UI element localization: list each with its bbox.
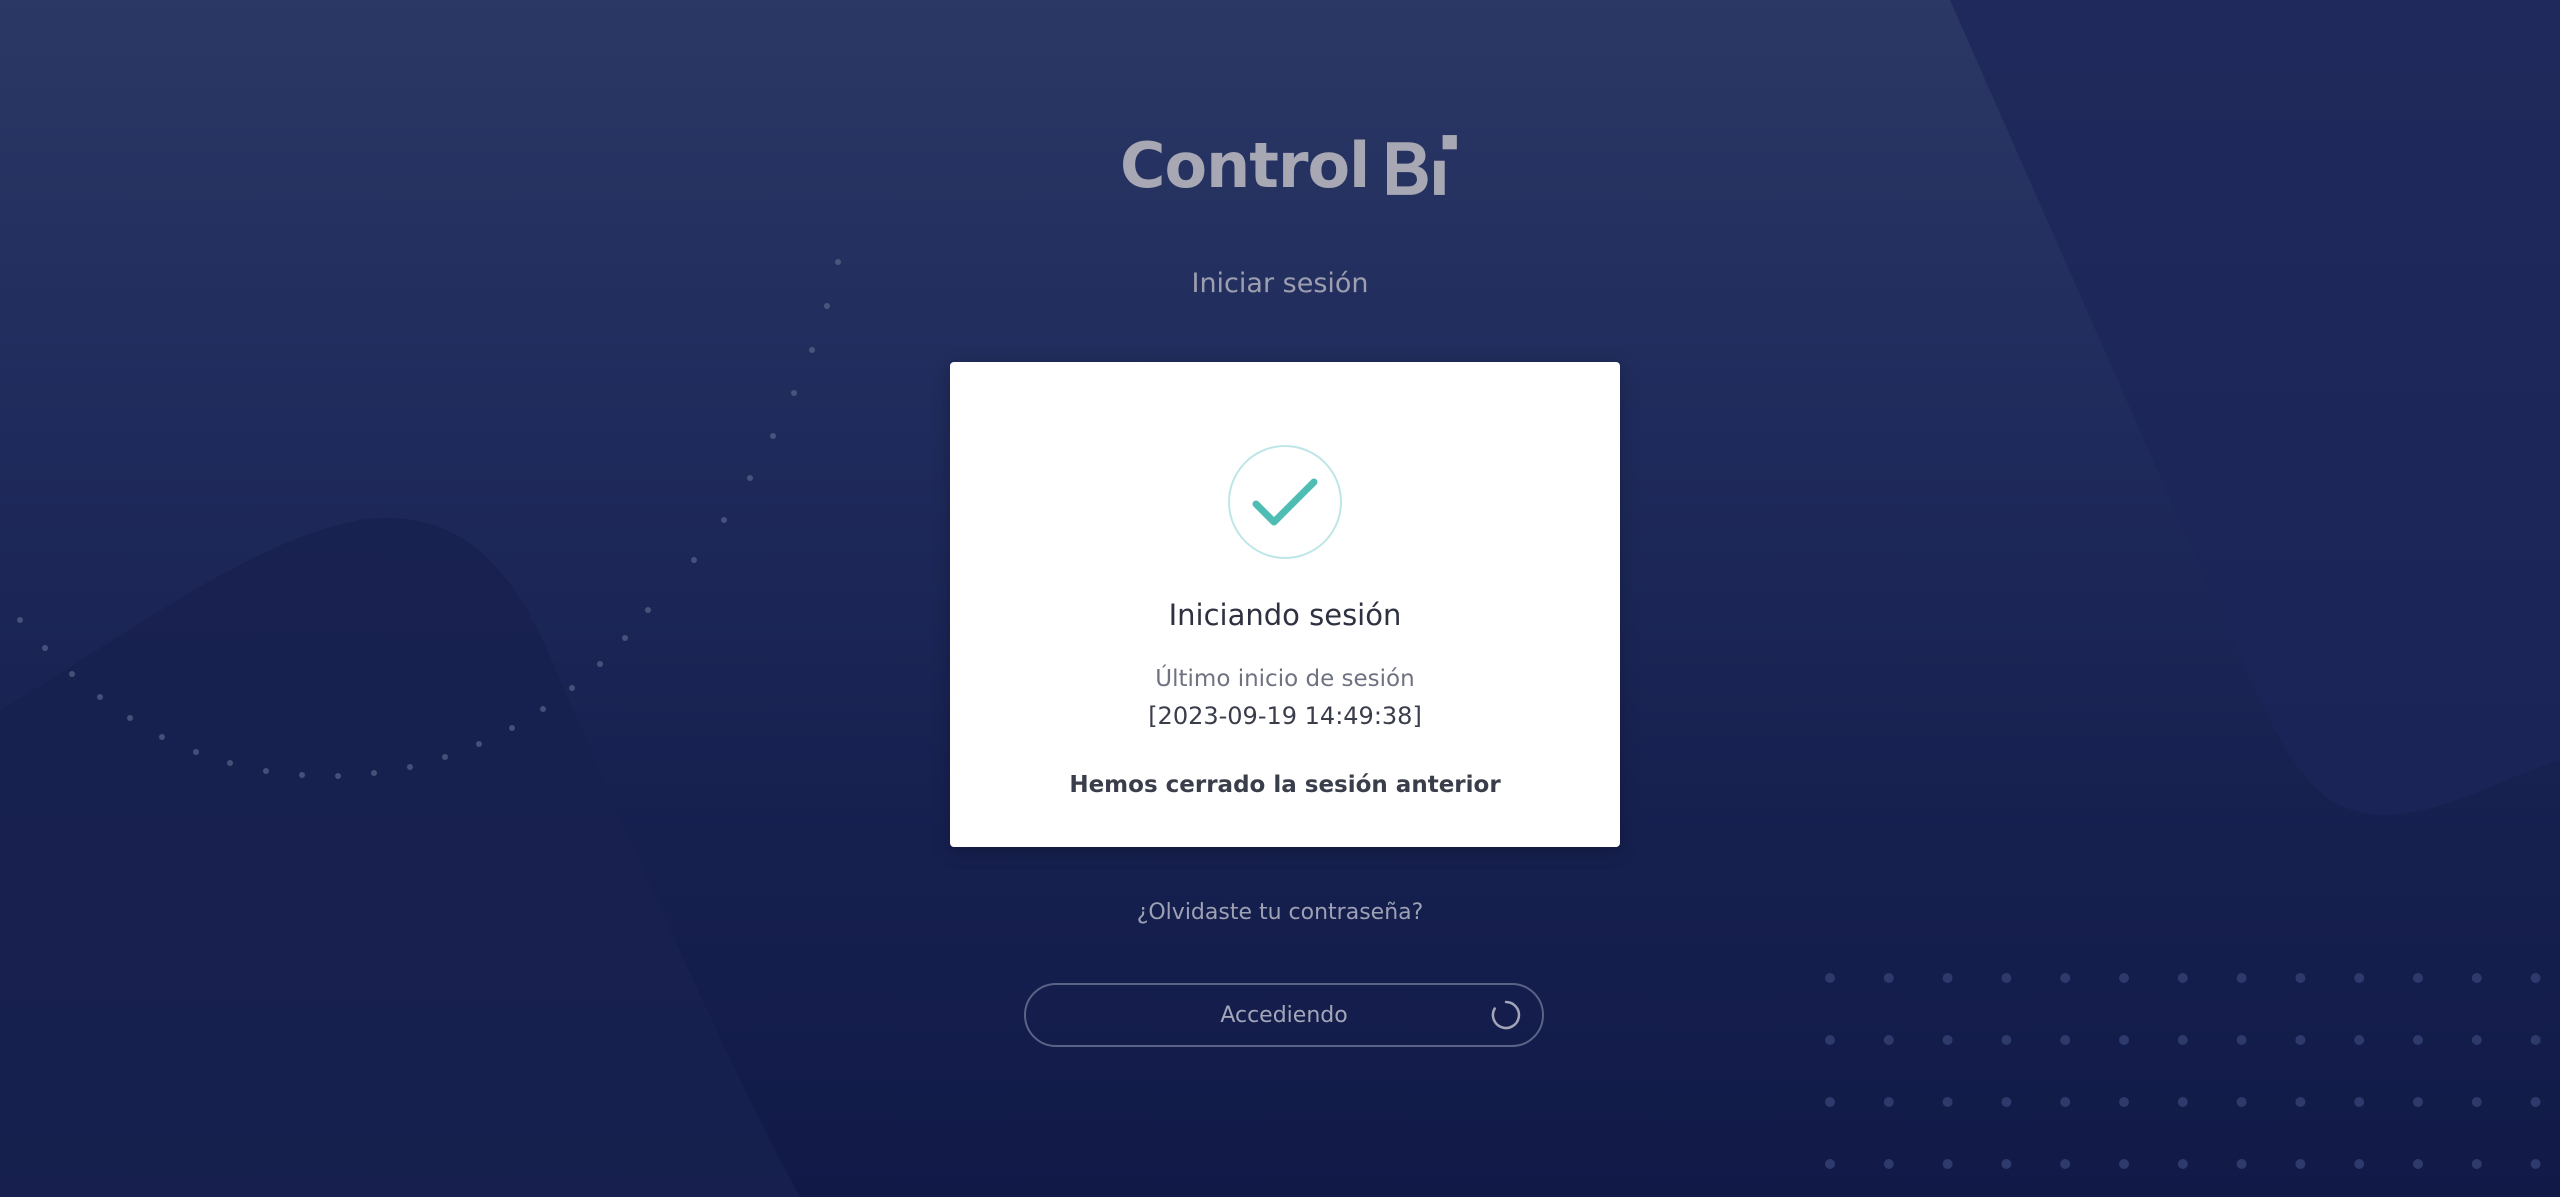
page-title: Iniciar sesión <box>1191 268 1369 299</box>
card-title: Iniciando sesión <box>1168 598 1402 632</box>
login-status-card: Iniciando sesión Último inicio de sesión… <box>950 362 1620 847</box>
control-bi-logo: Control <box>1120 115 1460 215</box>
loading-spinner-icon <box>1491 1000 1521 1030</box>
last-login-timestamp: [2023-09-19 14:49:38] <box>1148 702 1422 730</box>
bi-logo-mark <box>1387 135 1458 195</box>
access-button-label: Accediendo <box>1220 1002 1348 1028</box>
access-button[interactable]: Accediendo <box>1024 983 1544 1047</box>
forgot-password-link[interactable]: ¿Olvidaste tu contraseña? <box>0 900 2560 925</box>
check-circle-icon <box>1228 445 1342 559</box>
session-closed-message: Hemos cerrado la sesión anterior <box>1069 772 1501 798</box>
logo-text: Control <box>1120 128 1370 202</box>
last-login-label: Último inicio de sesión <box>1155 666 1415 692</box>
login-page: Control Iniciar sesión Iniciando sesión … <box>0 0 2560 1197</box>
